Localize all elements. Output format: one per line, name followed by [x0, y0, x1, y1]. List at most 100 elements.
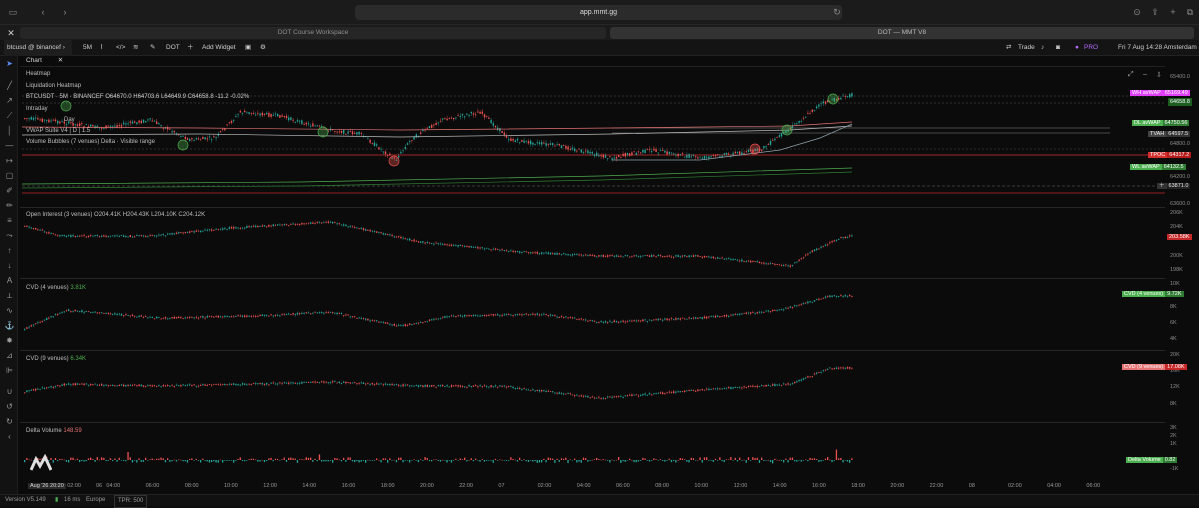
volume-bubble[interactable] — [749, 143, 761, 155]
delta-bar — [76, 458, 79, 460]
delta-bar — [87, 458, 90, 460]
delta-bar — [668, 458, 670, 460]
time-tick: 18:00 — [380, 483, 395, 489]
delta-bar — [145, 457, 147, 460]
delta-bar — [239, 457, 241, 460]
cvd9-label[interactable]: CVD (9 venues) 6.34K — [26, 356, 86, 362]
delta-bar — [26, 457, 28, 460]
delta-bar — [620, 460, 622, 463]
delta-bar — [527, 460, 530, 462]
delta-bar — [307, 457, 310, 460]
volume-bubble[interactable] — [177, 139, 189, 151]
delta-bar — [356, 460, 358, 462]
volume-bubble[interactable] — [827, 93, 839, 105]
delta-bar — [824, 458, 827, 460]
region-text[interactable]: Europe — [86, 495, 105, 506]
delta-bar — [142, 460, 145, 462]
delta-bar — [160, 457, 162, 460]
delta-bar — [686, 460, 688, 462]
oi-label[interactable]: Open Interest (3 venues) O204.41K H204.4… — [26, 212, 205, 218]
time-tick: 02:00 — [537, 483, 552, 489]
delta-bar — [178, 459, 180, 461]
delta-bar — [580, 460, 582, 463]
delta-bar — [549, 458, 552, 460]
delta-bar — [510, 457, 512, 460]
pane-divider[interactable] — [20, 422, 1165, 423]
delta-bar — [252, 458, 255, 460]
time-tick: 10:00 — [694, 483, 709, 489]
pane-divider[interactable] — [20, 207, 1165, 208]
delta-bar — [270, 457, 272, 460]
time-tick: 04:00 — [1047, 483, 1061, 489]
time-tick: 16:00 — [341, 483, 356, 489]
pane-divider[interactable] — [20, 278, 1165, 279]
delta-bar — [204, 460, 206, 461]
delta-bar — [644, 458, 646, 460]
delta-bar — [712, 460, 714, 462]
fullscreen-icon[interactable]: ⤢ — [1128, 71, 1134, 79]
oi-tick: 204K — [1170, 224, 1183, 230]
heatmap-label[interactable]: Heatmap — [26, 71, 50, 77]
delta-bar — [68, 460, 70, 463]
volume-bubble[interactable] — [60, 100, 72, 112]
delta-bar — [321, 460, 323, 462]
delta-bar — [736, 460, 739, 462]
delta-bar — [431, 460, 433, 462]
delta-bar — [235, 460, 237, 461]
delta-bar — [272, 460, 274, 462]
volume-bubble[interactable] — [317, 126, 329, 138]
delta-bar — [134, 460, 136, 461]
pane-divider[interactable] — [20, 350, 1165, 351]
download-chart-icon[interactable]: ⇩ — [1156, 71, 1162, 79]
delta-bar — [835, 449, 838, 460]
cvd4-tick: 6K — [1170, 320, 1177, 326]
cvd4-label[interactable]: CVD (4 venues) 3.81K — [26, 285, 86, 291]
oi-tick: 200K — [1170, 253, 1183, 259]
delta-bar — [428, 460, 431, 462]
volume-bubble[interactable] — [781, 124, 793, 136]
delta-bar — [197, 460, 200, 461]
delta-tick: 1K — [1170, 441, 1177, 447]
badge-value: 64132.5 — [1161, 164, 1186, 170]
connection-icon: ▮ — [55, 497, 59, 503]
intraday-label[interactable]: Intraday — [26, 106, 48, 112]
liquidation-heatmap-label[interactable]: Liquidation Heatmap — [26, 83, 81, 89]
delta-label[interactable]: Delta Volume 148.59 — [26, 428, 82, 434]
delta-bar — [72, 457, 74, 460]
delta-bar — [633, 460, 635, 463]
tpr-text[interactable]: TPR: 500 — [114, 495, 148, 508]
delta-bar — [851, 458, 853, 460]
volume-bubble[interactable] — [388, 155, 400, 167]
delta-bar — [81, 460, 83, 461]
delta-bar — [655, 459, 657, 460]
delta-bar — [752, 457, 754, 460]
delta-bar — [565, 457, 567, 460]
delta-bar — [217, 460, 219, 463]
volume-bubbles-label[interactable]: Volume Bubbles (7 venues) Delta · Visibl… — [26, 139, 155, 145]
delta-bar — [602, 459, 604, 460]
delta-bar — [490, 460, 492, 461]
delta-bar — [305, 457, 307, 460]
delta-bar — [367, 459, 369, 461]
price-tick: 65400.0 — [1170, 74, 1190, 80]
delta-bar — [791, 457, 794, 460]
delta-bar — [129, 457, 131, 460]
delta-bar — [118, 457, 120, 460]
delta-bar — [642, 457, 644, 460]
minimize-icon[interactable]: – — [1143, 71, 1147, 78]
delta-bar — [109, 458, 112, 460]
delta-bar — [587, 460, 589, 462]
delta-bar — [343, 457, 345, 460]
delta-bar — [345, 460, 347, 462]
delta-bar — [292, 458, 294, 460]
badge-label: TVAH — [1148, 131, 1167, 137]
cvd9-badge: CVD (9 venues) 17.08K — [1122, 364, 1187, 370]
vwap-suite-label[interactable]: VWAP Suite V4 | D | 1.5 — [26, 128, 90, 134]
delta-bar — [65, 460, 68, 462]
delta-bar — [805, 459, 807, 461]
delta-bar — [164, 460, 167, 463]
delta-bar — [162, 458, 164, 460]
delta-bar — [472, 460, 475, 462]
delta-bar — [24, 460, 26, 463]
crosshair-plus-icon[interactable]: ＋ — [1157, 183, 1167, 189]
